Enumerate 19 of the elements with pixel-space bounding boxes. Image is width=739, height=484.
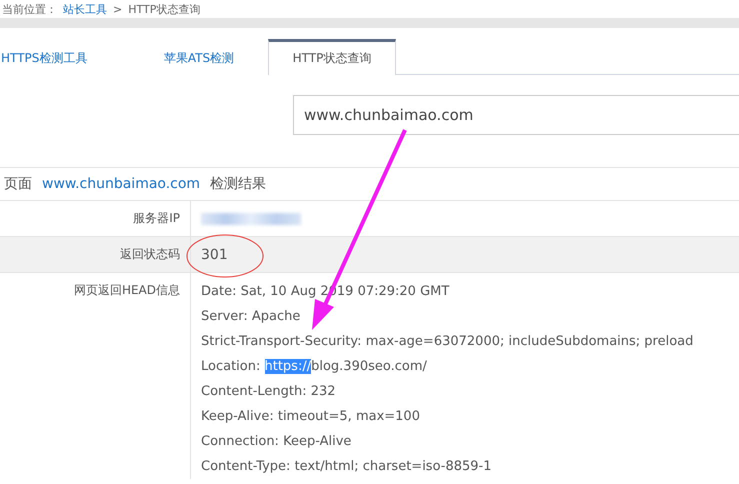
result-domain: www.chunbaimao.com	[42, 176, 200, 192]
status-code-value: 301	[201, 246, 228, 262]
header-line: Content-Length: 232	[201, 383, 337, 401]
header-line: Keep-Alive: timeout=5, max=100	[201, 408, 421, 426]
header-line: Content-Type: text/html; charset=iso-8859-1	[201, 458, 493, 476]
row-label: 网页返回HEAD信息	[0, 273, 191, 479]
row-label: 返回状态码	[0, 237, 191, 272]
breadcrumb-link[interactable]: 站长工具	[63, 2, 107, 16]
result-heading-prefix: 页面	[4, 175, 32, 193]
url-input-field[interactable]: www.chunbaimao.com	[293, 95, 739, 135]
breadcrumb-label: 当前位置：	[2, 2, 57, 16]
result-heading-suffix: 检测结果	[210, 175, 266, 193]
breadcrumb-current: HTTP状态查询	[128, 2, 200, 16]
header-line: Location: https://blog.390seo.com/	[201, 358, 428, 376]
breadcrumb-separator: >	[113, 2, 122, 16]
tab[interactable]: HTTP状态查询	[268, 39, 396, 75]
header-line: Connection: Keep-Alive	[201, 433, 352, 451]
header-line: Strict-Transport-Security: max-age=63072000; includeSubdomains; preload	[201, 333, 694, 351]
header-line: Server: Apache	[201, 308, 302, 326]
